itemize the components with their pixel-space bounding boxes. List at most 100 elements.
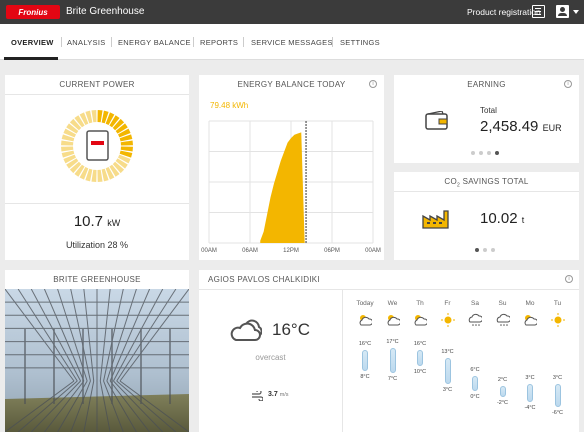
tab-divider (193, 37, 194, 47)
forecast-day: Fr 13°C 3°C (435, 270, 461, 432)
forecast-low: 7°C (387, 376, 398, 383)
tab-analysis[interactable]: ANALYSIS (67, 38, 106, 47)
carousel-dots[interactable] (471, 151, 499, 155)
forecast-day: We 17°C 7°C (380, 270, 406, 432)
earning-number: 2,458.49 (480, 118, 539, 135)
greenhouse-photo-card[interactable]: BRITE GREENHOUSE (5, 270, 189, 432)
site-title[interactable]: Brite Greenhouse (66, 6, 144, 17)
card-title: CO2 SAVINGS TOTAL (394, 177, 579, 189)
forecast-low: -2°C (496, 399, 509, 406)
temperature-range-bar (362, 350, 368, 371)
gauge-segment (61, 146, 74, 152)
carousel-dot[interactable] (483, 248, 487, 252)
current-temperature: 16°C (272, 320, 310, 339)
partly-cloudy-icon (359, 315, 372, 326)
temperature-range-bar (389, 347, 396, 374)
snow-cloud-icon (496, 313, 510, 326)
tab-service-messages[interactable]: SERVICE MESSAGES (251, 38, 333, 47)
wind-speed: 3.7 m/s (268, 391, 289, 398)
card-title: ENERGY BALANCE TODAY (237, 80, 346, 89)
forecast-high: 17°C (386, 338, 399, 345)
weather-card[interactable]: AGIOS PAVLOS CHALKIDIKI i 16°C overcast … (199, 270, 579, 432)
tab-energy-balance[interactable]: ENERGY BALANCE (118, 38, 191, 47)
energy-total: 79.48 kWh (210, 101, 249, 110)
forecast-day-label: Tu (553, 300, 562, 307)
weather-condition: overcast (255, 353, 286, 362)
temperature-range-bar (499, 386, 506, 397)
energy-chart: 00AM 06AM 12PM 06PM 00AM (201, 120, 381, 254)
sunny-icon (440, 313, 455, 327)
top-bar: Fronius Brite Greenhouse Product registr… (0, 0, 584, 24)
info-icon[interactable]: i (369, 80, 377, 88)
temperature-range-bar (444, 358, 451, 384)
fronius-logo[interactable]: Fronius (6, 5, 60, 19)
carousel-dot[interactable] (491, 248, 495, 252)
wallet-icon (425, 111, 448, 130)
tab-overview[interactable]: OVERVIEW (11, 38, 54, 47)
partly-cloudy-icon (387, 315, 400, 326)
temperature-range-bar (554, 383, 561, 407)
gauge-segment (91, 169, 97, 182)
forecast-low: 8°C (360, 373, 370, 380)
forecast-day-label: Sa (471, 300, 479, 307)
carousel-dot[interactable] (479, 151, 483, 155)
co2-unit: t (521, 215, 525, 225)
forecast-high: 6°C (470, 367, 480, 373)
card-title: EARNING (467, 80, 506, 89)
chevron-down-icon[interactable] (573, 10, 579, 14)
registration-icon[interactable] (532, 5, 545, 18)
temperature-range-bar (417, 350, 423, 366)
co2-savings-card[interactable]: CO2 SAVINGS TOTAL 10.02 t (394, 172, 579, 260)
forecast-day: Sa 6°C 0°C (462, 270, 488, 432)
sunny-icon (550, 313, 565, 327)
current-power-value: 10.7 kW (5, 213, 189, 230)
earning-label: Total (480, 106, 497, 115)
forecast-high: 16°C (358, 341, 372, 348)
tab-settings[interactable]: SETTINGS (340, 38, 380, 47)
forecast-day-label: Su (498, 300, 507, 307)
x-tick-label: 00AM (201, 248, 217, 254)
greenhouse-photo (5, 289, 189, 432)
wind-icon (252, 391, 263, 401)
divider (5, 203, 189, 204)
wind-value: 3.7 (268, 391, 278, 398)
carousel-dot[interactable] (487, 151, 491, 155)
current-power-card[interactable]: CURRENT POWER 10.7 kW Utilization 28 % (5, 75, 189, 260)
card-title: BRITE GREENHOUSE (53, 275, 141, 284)
forecast-day: Th 16°C 10°C (407, 270, 433, 432)
earning-card[interactable]: EARNING i Total 2,458.49 EUR (394, 75, 579, 163)
tab-divider (332, 37, 333, 47)
tab-reports[interactable]: REPORTS (200, 38, 238, 47)
earning-unit: EUR (542, 123, 562, 133)
x-tick-label: 12PM (283, 248, 299, 254)
forecast-day-label: Today (356, 300, 374, 307)
user-account-icon[interactable] (556, 5, 569, 18)
product-registration-link[interactable]: Product registration (467, 7, 541, 17)
tab-divider (243, 37, 244, 47)
gauge-segment (120, 140, 133, 146)
carousel-dot[interactable] (495, 151, 499, 155)
forecast-day: Today 16°C 8°C (352, 270, 378, 432)
gauge-segment (120, 146, 133, 152)
forecast-day-label: Fr (444, 300, 451, 307)
forecast-low: -4°C (524, 404, 536, 411)
x-tick-label: 06AM (242, 248, 258, 254)
partly-cloudy-icon (414, 315, 427, 326)
divider (342, 289, 343, 432)
carousel-dot[interactable] (475, 248, 479, 252)
tab-divider (111, 37, 112, 47)
temperature-range-bar (472, 376, 478, 392)
forecast-high: 16°C (413, 341, 427, 348)
factory-icon (422, 210, 449, 229)
divider (394, 191, 579, 192)
divider (5, 94, 189, 95)
forecast-day: Su 2°C -2°C (490, 270, 516, 432)
co2-value: 10.02 t (480, 210, 524, 227)
co2-title-suffix: SAVINGS TOTAL (460, 177, 529, 186)
carousel-dot[interactable] (471, 151, 475, 155)
active-tab-indicator (4, 57, 58, 60)
energy-balance-card[interactable]: ENERGY BALANCE TODAY i 79.48 kWh 00AM 06A… (199, 75, 384, 260)
info-icon[interactable]: i (564, 80, 572, 88)
main-navigation: OVERVIEW ANALYSIS ENERGY BALANCE REPORTS… (0, 24, 584, 60)
carousel-dots[interactable] (475, 248, 495, 252)
